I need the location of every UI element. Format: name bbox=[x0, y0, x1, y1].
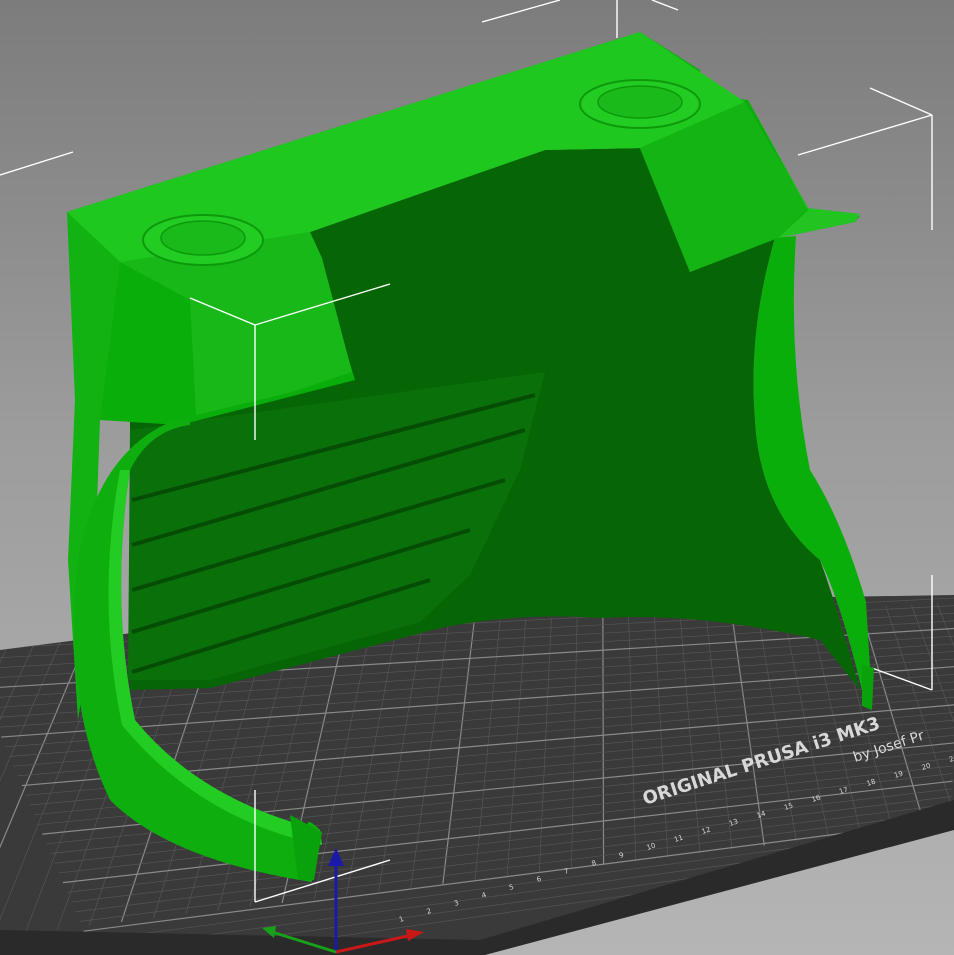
bbox-line bbox=[481, 0, 561, 23]
scene-canvas[interactable]: ORIGINAL PRUSA i3 MK3 by Josef Pr 123456… bbox=[0, 0, 954, 955]
bbox-line bbox=[869, 87, 933, 116]
bbox-line bbox=[797, 114, 933, 156]
screw-boss-left-inner bbox=[160, 220, 246, 256]
screw-boss-right-inner bbox=[597, 85, 683, 119]
model-right-foot[interactable] bbox=[862, 665, 874, 710]
bbox-line bbox=[651, 0, 679, 11]
3d-viewport[interactable]: ORIGINAL PRUSA i3 MK3 by Josef Pr 123456… bbox=[0, 0, 954, 955]
grid-line bbox=[602, 616, 605, 865]
bbox-line bbox=[0, 151, 74, 176]
